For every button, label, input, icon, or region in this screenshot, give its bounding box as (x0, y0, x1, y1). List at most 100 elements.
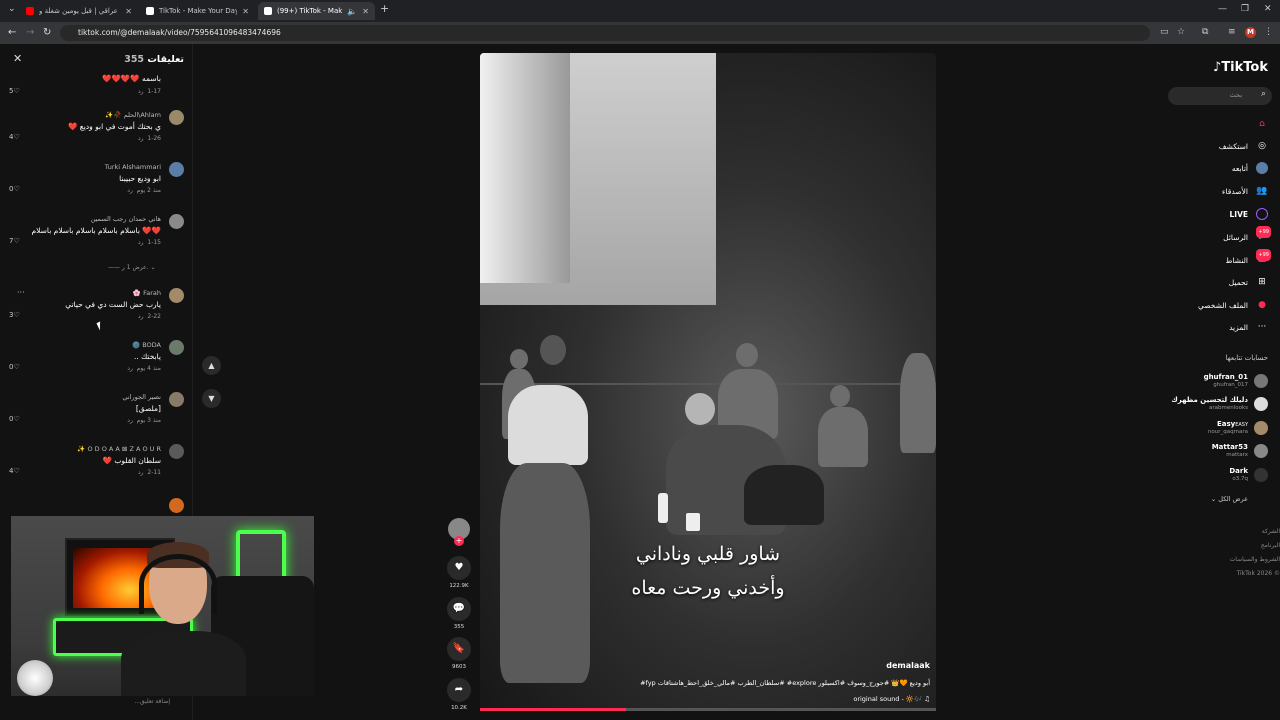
reading-list-icon[interactable]: ≡ (1228, 27, 1236, 37)
comment-username[interactable]: هاني حمدان رجب السمين (91, 215, 161, 223)
close-window-icon[interactable]: ✕ (1264, 4, 1272, 14)
nav-following[interactable]: أتابعه (1232, 162, 1268, 174)
comment-username[interactable]: Ahlam\الحلم 🥀✨ (105, 111, 161, 119)
tiktok-logo[interactable]: ♪TikTok (1213, 60, 1268, 75)
search-input[interactable]: بحث ⌕ (1168, 87, 1272, 105)
back-icon[interactable]: ← (8, 27, 16, 38)
minimize-icon[interactable]: — (1218, 4, 1227, 14)
comment-username[interactable]: نصير الجوراني (122, 393, 161, 401)
bookmark-icon[interactable]: 🔖 (447, 637, 471, 661)
reply-link[interactable]: رد (138, 88, 144, 95)
video-sound[interactable]: original sound - 🔆🎶 ♫ (853, 695, 930, 703)
next-video-button[interactable]: ▼ (202, 389, 221, 408)
comment-likes[interactable]: 4♡ (9, 467, 20, 475)
extensions-icon[interactable]: ⧉ (1202, 27, 1208, 37)
footer-link[interactable]: الشروط والسياسات (1230, 556, 1280, 563)
profile-avatar[interactable]: M (1245, 27, 1256, 38)
follow-plus-icon[interactable]: + (454, 536, 464, 546)
comment-username[interactable]: O D O A A ⊠ Z A O U R ✨ (77, 445, 161, 453)
like-button[interactable]: ♥ 122.9K (447, 556, 471, 589)
avatar[interactable] (169, 392, 184, 407)
menu-icon[interactable]: ⋮ (1264, 27, 1273, 37)
search-icon[interactable]: ⌕ (1261, 89, 1266, 99)
video-player[interactable]: شاور قلبي وناداني وأخدني ورحت معاه demal… (480, 53, 936, 711)
browser-tab-3-active[interactable]: (99+) TikTok - Make Your D 🔈 ✕ (258, 2, 375, 20)
share-button[interactable]: ➦ 10.2K (447, 678, 471, 711)
nav-home[interactable]: ⌂ (1248, 118, 1268, 130)
reply-link[interactable]: رد (127, 365, 133, 372)
share-arrow-icon[interactable]: ➦ (447, 678, 471, 702)
avatar[interactable] (169, 110, 184, 125)
video-author[interactable]: demalaak (886, 661, 930, 670)
close-tab-icon[interactable]: ✕ (362, 7, 369, 16)
comment-likes[interactable]: 4♡ (9, 133, 20, 141)
reply-link[interactable]: رد (138, 313, 144, 320)
comment-likes[interactable]: 5♡ (9, 87, 20, 95)
bookmark-star-icon[interactable]: ☆ (1177, 27, 1185, 37)
nav-activity[interactable]: ▭99+ النشاط (1225, 249, 1271, 266)
avatar[interactable] (169, 444, 184, 459)
url-input[interactable]: tiktok.com/@demalaak/video/7595641096483… (60, 25, 1150, 41)
comment-username[interactable]: Farah 🌸 (133, 289, 161, 297)
following-account[interactable]: ghufran_01 ghufran_017 (1158, 373, 1268, 391)
sound-text: original sound - 🔆🎶 ♫ (853, 695, 930, 703)
comment-button[interactable]: 💬 355 (447, 597, 471, 630)
tab-search-icon[interactable]: ⌄ (8, 4, 16, 14)
avatar[interactable] (169, 288, 184, 303)
webcam-person (121, 542, 246, 696)
forward-icon[interactable]: → (26, 27, 34, 38)
close-tab-icon[interactable]: ✕ (125, 7, 132, 16)
comment-bubble-icon[interactable]: 💬 (447, 597, 471, 621)
account-name: ghufran_01 (1203, 373, 1248, 381)
close-comments-icon[interactable]: ✕ (13, 52, 22, 65)
close-tab-icon[interactable]: ✕ (242, 7, 249, 16)
nav-explore[interactable]: ◎ استكشف (1219, 140, 1268, 152)
footer-link[interactable]: الشركة (1262, 528, 1280, 535)
reply-link[interactable]: رد (127, 187, 133, 194)
reply-link[interactable]: رد (138, 469, 144, 476)
avatar[interactable] (169, 214, 184, 229)
nav-live[interactable]: LIVE (1229, 208, 1268, 220)
reload-icon[interactable]: ↻ (43, 27, 51, 38)
add-comment-input[interactable]: إضافة تعليق... (134, 698, 170, 705)
comment-likes[interactable]: 0♡ (9, 363, 20, 371)
avatar[interactable] (169, 340, 184, 355)
view-replies-link[interactable]: —— عرض 1 ر. ⌄ (108, 264, 155, 271)
see-all-link[interactable]: عرض الكل ⌄ (1211, 495, 1248, 503)
nav-messages[interactable]: ➤99+ الرسائل (1223, 226, 1271, 243)
browser-tab-strip: ⌄ اغاني عراقي | قبل يومين شغلة و ✕ TikTo… (0, 0, 1280, 22)
avatar[interactable] (169, 498, 184, 513)
following-account[interactable]: Mattar53 mattarx (1158, 443, 1268, 461)
following-account[interactable]: دليلك لتحسين مظهرك arabmenlooks (1158, 396, 1268, 414)
reply-link[interactable]: رد (127, 417, 133, 424)
comment-likes[interactable]: 0♡ (9, 185, 20, 193)
comment-username[interactable]: BODA 🌚 (132, 341, 161, 349)
comment-likes[interactable]: 3♡ (9, 311, 20, 319)
nav-label: الرسائل (1223, 232, 1248, 242)
footer-link[interactable]: البرنامج (1261, 542, 1280, 549)
reply-link[interactable]: رد (138, 239, 144, 246)
avatar[interactable] (169, 162, 184, 177)
following-account[interactable]: Dark o3.7q (1158, 467, 1268, 485)
nav-more[interactable]: ··· المزيد (1229, 321, 1268, 333)
comment-username[interactable]: Turki Alshammari (105, 163, 161, 171)
new-tab-icon[interactable]: + (380, 2, 389, 15)
heart-icon[interactable]: ♥ (447, 556, 471, 580)
following-account[interactable]: EasyEASY nour_qaqmara (1158, 420, 1268, 438)
music-stand (744, 465, 824, 525)
browser-tab-2[interactable]: TikTok - Make Your Day ✕ (140, 2, 255, 20)
previous-video-button[interactable]: ▲ (202, 356, 221, 375)
save-button[interactable]: 🔖 9603 (447, 637, 471, 670)
nav-label: LIVE (1229, 209, 1249, 219)
comment-likes[interactable]: 7♡ (9, 237, 20, 245)
audio-icon[interactable]: 🔈 (347, 7, 357, 16)
nav-profile[interactable]: ● الملف الشخصي (1198, 299, 1268, 311)
maximize-icon[interactable]: ❐ (1241, 4, 1249, 14)
browser-tab-1[interactable]: اغاني عراقي | قبل يومين شغلة و ✕ (20, 2, 138, 20)
reply-link[interactable]: رد (138, 135, 144, 142)
cast-icon[interactable]: ▭ (1160, 27, 1169, 37)
video-progress-bar[interactable] (480, 708, 936, 711)
nav-friends[interactable]: 👥 الأصدقاء (1222, 185, 1268, 197)
comment-likes[interactable]: 0♡ (9, 415, 20, 423)
nav-upload[interactable]: ⊞ تحميل (1229, 276, 1268, 288)
